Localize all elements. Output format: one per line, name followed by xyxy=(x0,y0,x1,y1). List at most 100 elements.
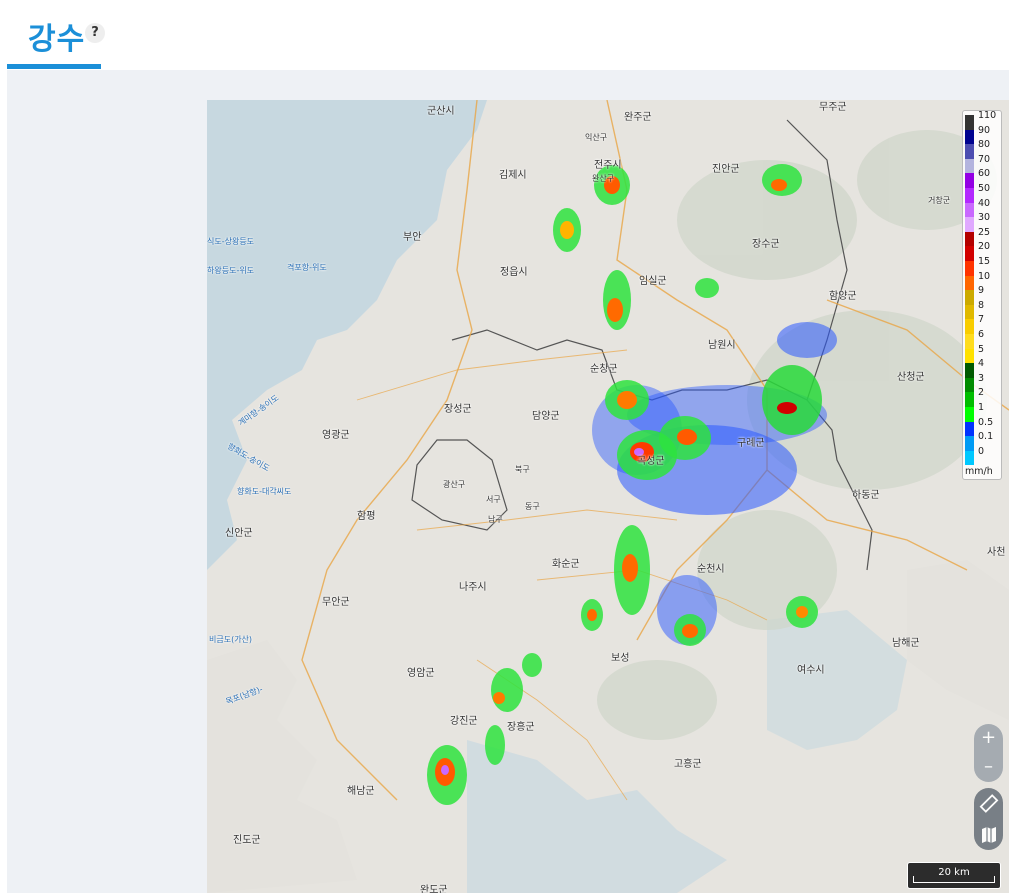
place-label: 완도군 xyxy=(420,885,448,893)
legend-label: 1 xyxy=(978,402,985,413)
place-label: 임실군 xyxy=(639,276,667,287)
place-label: 여수시 xyxy=(797,665,825,676)
place-label: 장흥군 xyxy=(507,722,535,733)
legend-swatch xyxy=(965,377,974,393)
zoom-out-button[interactable]: – xyxy=(974,753,1003,782)
place-label: 화순군 xyxy=(552,559,580,570)
zoom-control: + – xyxy=(974,724,1003,782)
legend-swatch xyxy=(965,202,974,218)
ferry-route-label: 향화도-대각씨도 xyxy=(237,487,292,496)
legend-label: 7 xyxy=(978,314,985,326)
map-layer-icon[interactable] xyxy=(974,819,1003,850)
place-label: 남해군 xyxy=(892,638,920,649)
legend-label: 5 xyxy=(978,343,985,355)
legend-swatch xyxy=(965,319,974,334)
legend-swatch xyxy=(965,363,974,378)
place-label: 완산구 xyxy=(592,174,615,183)
legend-swatch xyxy=(965,407,974,422)
place-label: 전주시 xyxy=(594,160,622,171)
legend-label: 10 xyxy=(978,270,991,282)
legend-label: 0.1 xyxy=(978,431,994,443)
place-label: 완주군 xyxy=(624,112,652,123)
place-label: 영광군 xyxy=(322,430,350,441)
legend-label: 30 xyxy=(978,212,991,224)
place-label: 신안군 xyxy=(225,528,253,539)
legend-label: 110 xyxy=(978,110,997,121)
place-label: 군산시 xyxy=(427,106,455,117)
place-label: 사천 xyxy=(987,547,1006,558)
tab-bar: 강수 ? xyxy=(0,0,1009,70)
place-label: 장성군 xyxy=(444,404,472,415)
legend-label: 25 xyxy=(978,226,991,238)
active-tab-indicator xyxy=(7,64,101,69)
legend-label: 2 xyxy=(978,387,985,399)
ferry-route-label: 식도-상왕등도 xyxy=(207,237,255,246)
ferry-route-label: 격포항-위도 xyxy=(287,263,327,272)
place-label: 나주시 xyxy=(459,582,487,593)
place-label: 함평 xyxy=(357,511,376,522)
place-label: 진안군 xyxy=(712,164,740,175)
place-label: 익산구 xyxy=(585,133,608,142)
legend-label: 15 xyxy=(978,256,991,267)
place-label: 북구 xyxy=(515,465,530,474)
place-label: 남원시 xyxy=(708,340,736,351)
legend-label: 50 xyxy=(978,183,991,194)
place-label: 담양군 xyxy=(532,411,560,422)
place-label: 영암군 xyxy=(407,668,435,679)
scale-line xyxy=(913,876,995,883)
legend-label: 90 xyxy=(978,124,991,136)
legend-label: 8 xyxy=(978,299,985,311)
place-label: 순창군 xyxy=(590,364,618,375)
place-label: 무안군 xyxy=(322,597,350,608)
radar-map[interactable]: 군산시 완주군 무주군 익산구 전주시 완산구 김제시 진안군 부안 장수군 정… xyxy=(207,100,1009,893)
place-label: 순천시 xyxy=(697,564,725,575)
place-label: 서구 xyxy=(486,495,501,504)
place-label: 해남군 xyxy=(347,786,375,797)
legend-label: 3 xyxy=(978,372,985,384)
place-label: 부안 xyxy=(403,232,422,243)
legend-swatch xyxy=(965,348,974,364)
place-label: 함양군 xyxy=(829,291,857,302)
place-label: 광산구 xyxy=(443,480,466,489)
legend-label: 0 xyxy=(978,445,985,457)
legend-row: 0 xyxy=(965,446,999,466)
legend-swatch xyxy=(965,188,974,203)
legend-swatch xyxy=(965,261,974,276)
legend-label: 80 xyxy=(978,139,991,151)
place-label: 고흥군 xyxy=(674,759,702,770)
legend-label: 0.5 xyxy=(978,416,994,428)
legend-swatch xyxy=(965,304,974,320)
legend-swatch xyxy=(965,129,974,145)
legend-label: 9 xyxy=(978,285,985,297)
legend-swatch xyxy=(965,217,974,232)
tab-precipitation[interactable]: 강수 xyxy=(28,14,85,58)
legend-swatch xyxy=(965,231,974,247)
place-label: 김제시 xyxy=(499,170,527,181)
help-icon[interactable]: ? xyxy=(85,23,105,43)
legend-swatch xyxy=(965,158,974,174)
legend-swatch xyxy=(965,421,974,437)
legend-label: 40 xyxy=(978,197,991,209)
place-label: 하동군 xyxy=(852,490,880,501)
place-label: 곡성군 xyxy=(637,456,665,467)
legend-swatch xyxy=(965,144,974,159)
place-label: 강진군 xyxy=(450,716,478,727)
scale-bar: 20 km xyxy=(907,862,1001,889)
legend-label: 4 xyxy=(978,358,985,370)
legend-swatch xyxy=(965,290,974,305)
ferry-route-label: 하왕등도-위도 xyxy=(207,266,255,275)
place-label: 정읍시 xyxy=(500,267,528,278)
legend-swatch xyxy=(965,275,974,291)
place-label: 무주군 xyxy=(819,102,847,113)
place-label: 장수군 xyxy=(752,239,780,250)
place-label: 보성 xyxy=(611,653,630,664)
map-base xyxy=(207,100,1009,893)
ruler-icon[interactable] xyxy=(974,788,1003,819)
place-label: 동구 xyxy=(525,502,540,511)
legend-label: 70 xyxy=(978,153,991,165)
map-tools xyxy=(974,788,1003,850)
legend-swatch xyxy=(965,436,974,451)
zoom-in-button[interactable]: + xyxy=(974,724,1003,753)
legend-swatch xyxy=(965,246,974,261)
legend-swatch xyxy=(965,115,974,130)
